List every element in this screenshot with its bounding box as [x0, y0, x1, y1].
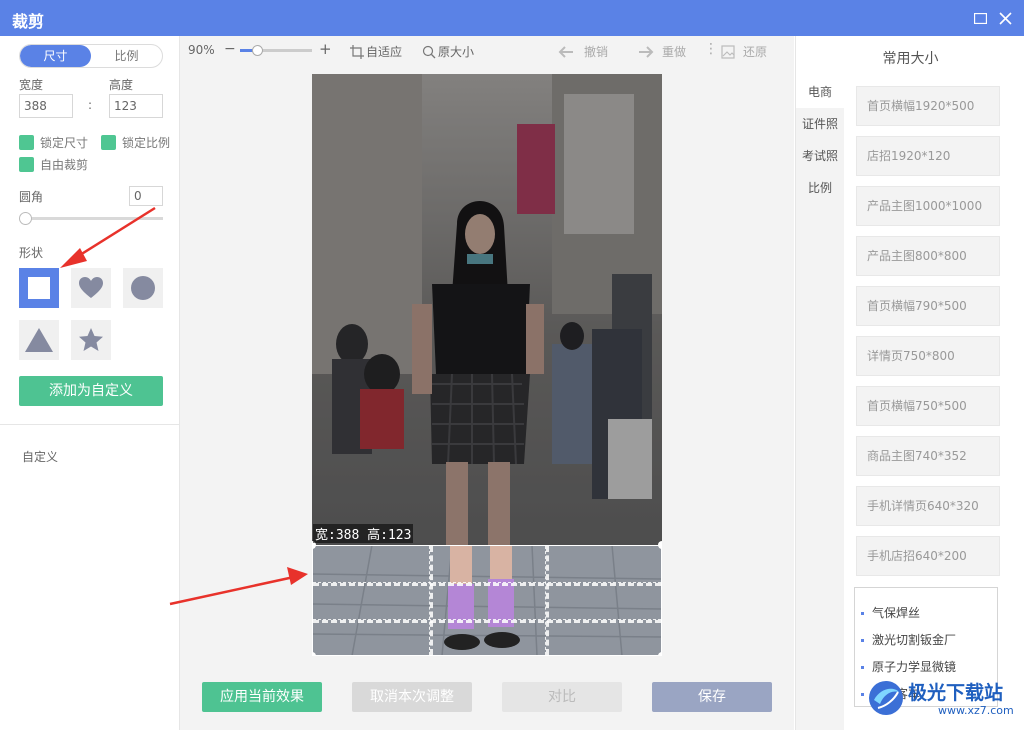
- left-panel: 尺寸 比例 宽度 高度 388 : 123 锁定尺寸 锁定比例 自由裁剪 圆角 …: [0, 36, 180, 730]
- crop-handle-top-right[interactable]: [658, 541, 662, 549]
- canvas-area: 90% − + 自适应 原大小 撤销 重做 ⋮ 还原 宽:388 高:123 应…: [60, 36, 794, 730]
- undo-label: 撤销: [584, 45, 609, 59]
- watermark-logo-icon: [869, 681, 903, 715]
- restore-label: 还原: [743, 45, 768, 59]
- preset-item[interactable]: 店招1920*120: [856, 136, 1000, 176]
- mode-segment: 尺寸 比例: [19, 44, 163, 68]
- magnifier-icon: [422, 45, 436, 58]
- corner-slider-track[interactable]: [25, 217, 163, 220]
- preset-item[interactable]: 产品主图800*800: [856, 236, 1000, 276]
- restore-button[interactable]: 还原: [721, 43, 767, 60]
- lock-ratio-checkbox[interactable]: 锁定比例: [101, 134, 170, 151]
- close-button[interactable]: [996, 9, 1014, 27]
- preset-item[interactable]: 手机店招640*200: [856, 536, 1000, 576]
- watermark-brand: 极光下载站: [908, 682, 1004, 704]
- zoom-out-button[interactable]: −: [224, 41, 236, 57]
- zoom-level: 90%: [188, 43, 215, 57]
- watermark-url: www.xz7.com: [938, 704, 1014, 717]
- preset-item[interactable]: 产品主图1000*1000: [856, 186, 1000, 226]
- redo-button[interactable]: 重做: [638, 43, 686, 60]
- add-custom-button[interactable]: 添加为自定义: [19, 376, 163, 406]
- preset-item[interactable]: 详情页750*800: [856, 336, 1000, 376]
- image-icon: [721, 44, 735, 59]
- preset-item[interactable]: 首页横幅750*500: [856, 386, 1000, 426]
- fit-label: 自适应: [366, 45, 403, 59]
- triangle-icon: [25, 328, 53, 352]
- shape-circle-button[interactable]: [123, 268, 163, 308]
- undo-button[interactable]: 撤销: [558, 43, 608, 60]
- window-title: 裁剪: [12, 12, 45, 31]
- height-input[interactable]: 123: [109, 94, 163, 118]
- apply-button[interactable]: 应用当前效果: [202, 682, 322, 712]
- preset-item[interactable]: 首页横幅1920*500: [856, 86, 1000, 126]
- undo-arrow-icon: [558, 45, 573, 58]
- title-bar: 裁剪: [0, 0, 1024, 36]
- corner-input[interactable]: 0: [129, 186, 163, 206]
- shape-square-button[interactable]: [19, 268, 59, 308]
- size-separator: :: [88, 98, 93, 112]
- shape-triangle-button[interactable]: [19, 320, 59, 360]
- circle-icon: [131, 276, 155, 300]
- original-size-label: 原大小: [438, 45, 475, 59]
- star-icon: [79, 328, 103, 351]
- ad-link[interactable]: 原子力学显微镜: [861, 658, 956, 675]
- shape-heart-button[interactable]: [71, 268, 111, 308]
- shape-star-button[interactable]: [71, 320, 111, 360]
- crop-box[interactable]: [312, 545, 662, 656]
- height-label: 高度: [109, 78, 134, 92]
- zoom-slider-handle[interactable]: [252, 45, 263, 56]
- crop-gridline-h1: [313, 582, 661, 586]
- preset-item[interactable]: 商品主图740*352: [856, 436, 1000, 476]
- right-panel: 常用大小 电商 证件照 考试照 比例 首页横幅1920*500 店招1920*1…: [795, 36, 1024, 730]
- corner-slider-handle[interactable]: [19, 212, 32, 225]
- corner-label: 圆角: [19, 190, 44, 204]
- maximize-button[interactable]: [971, 9, 989, 27]
- tab-ratio[interactable]: 比例: [796, 172, 844, 204]
- shape-label: 形状: [19, 246, 44, 260]
- heart-icon: [79, 277, 103, 298]
- crop-gridline-v1: [429, 546, 433, 655]
- free-crop-checkbox[interactable]: 自由裁剪: [19, 156, 88, 173]
- tab-ecommerce[interactable]: 电商: [796, 76, 844, 108]
- preset-item[interactable]: 首页横幅790*500: [856, 286, 1000, 326]
- free-crop-label: 自由裁剪: [40, 158, 89, 172]
- lock-size-checkbox[interactable]: 锁定尺寸: [19, 134, 88, 151]
- crop-gridline-v2: [545, 546, 549, 655]
- redo-arrow-icon: [639, 45, 654, 58]
- save-button[interactable]: 保存: [652, 682, 772, 712]
- original-size-button[interactable]: 原大小: [422, 43, 474, 60]
- width-label: 宽度: [19, 78, 44, 92]
- common-sizes-title: 常用大小: [882, 51, 939, 67]
- segment-ratio[interactable]: 比例: [91, 45, 162, 67]
- redo-label: 重做: [662, 45, 687, 59]
- ad-link[interactable]: 激光切割钣金厂: [861, 631, 956, 648]
- tab-id-photo[interactable]: 证件照: [796, 108, 844, 140]
- zoom-in-button[interactable]: +: [319, 40, 332, 58]
- lock-ratio-label: 锁定比例: [122, 136, 171, 150]
- segment-size[interactable]: 尺寸: [20, 45, 91, 67]
- toolbar-separator: ⋮: [704, 41, 718, 57]
- crop-gridline-h2: [313, 619, 661, 623]
- square-icon: [28, 277, 50, 299]
- tab-exam-photo[interactable]: 考试照: [796, 140, 844, 172]
- left-divider: [0, 424, 179, 425]
- photo-canvas[interactable]: 宽:388 高:123: [312, 74, 662, 656]
- ad-link[interactable]: 气保焊丝: [861, 604, 920, 621]
- compare-button[interactable]: 对比: [502, 682, 622, 712]
- maximize-icon: [973, 12, 987, 24]
- site-watermark: 极光下载站 www.xz7.com: [866, 676, 1016, 724]
- crop-handle-bottom-right[interactable]: [658, 652, 662, 656]
- crop-dim-overlay: [312, 74, 662, 545]
- preset-item[interactable]: 手机详情页640*320: [856, 486, 1000, 526]
- lock-size-label: 锁定尺寸: [40, 136, 89, 150]
- custom-section-label: 自定义: [22, 450, 59, 464]
- cancel-adjust-button[interactable]: 取消本次调整: [352, 682, 472, 712]
- fit-button[interactable]: 自适应: [350, 43, 402, 60]
- crop-size-readout: 宽:388 高:123: [313, 524, 414, 543]
- close-icon: [998, 11, 1012, 25]
- width-input[interactable]: 388: [19, 94, 73, 118]
- fit-icon: [350, 44, 364, 59]
- preset-tab-column: 电商 证件照 考试照 比例: [796, 76, 844, 730]
